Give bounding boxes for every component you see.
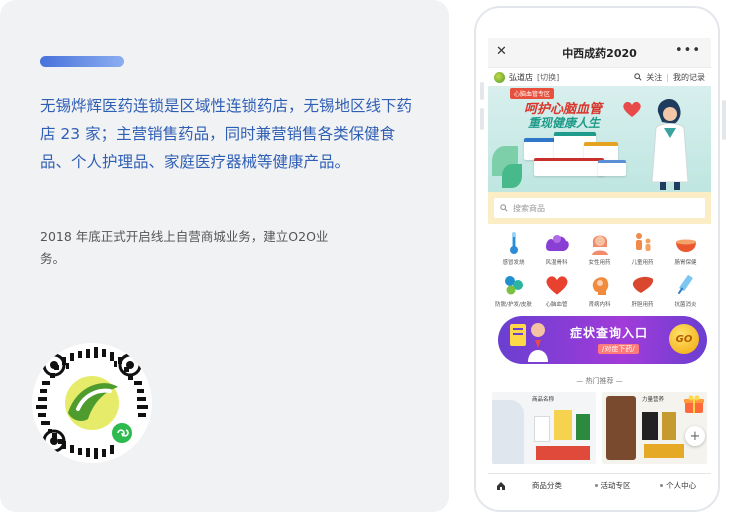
hot-recommend-title: — 热门推荐 — xyxy=(576,377,623,385)
separator-dot xyxy=(594,484,598,487)
search-icon xyxy=(500,204,508,212)
product-title: 商品名称 xyxy=(532,397,555,403)
tab-profile[interactable]: 个人中心 xyxy=(645,480,711,491)
store-logo-icon xyxy=(494,71,505,83)
product-image xyxy=(576,414,590,440)
gift-icon[interactable] xyxy=(683,394,705,414)
product-card[interactable]: 商品名称 xyxy=(492,392,596,464)
product-image xyxy=(642,412,658,440)
category-item[interactable]: 心脑血管 xyxy=(535,272,578,308)
product-image xyxy=(536,446,590,460)
category-item[interactable]: 女性用药 xyxy=(578,230,621,266)
category-grid: 感冒发烧 风湿骨科 女性用药 儿童用药 肠胃保健 防脱/护发/皮肤 心脑血管 肾… xyxy=(488,224,711,308)
tab-categories[interactable]: 商品分类 xyxy=(514,480,580,491)
product-image xyxy=(644,444,684,458)
medicine-box-image xyxy=(598,160,626,176)
mini-program-qr-code[interactable] xyxy=(32,343,152,463)
product-image xyxy=(554,410,572,440)
family-icon xyxy=(630,230,656,256)
add-button[interactable]: + xyxy=(685,426,705,446)
search-icon xyxy=(634,73,642,81)
product-model-image xyxy=(492,400,524,464)
thermometer-icon xyxy=(501,230,527,256)
doctor-clipboard-illustration xyxy=(510,323,548,362)
molecule-icon xyxy=(501,272,527,298)
category-item[interactable]: 感冒发烧 xyxy=(492,230,535,266)
tab-activities[interactable]: 活动专区 xyxy=(580,480,646,491)
muscle-icon xyxy=(544,230,570,256)
page: 无锡烨辉医药连锁是区域性连锁药店，无锡地区线下药店 23 家；主营销售药品，同时… xyxy=(0,0,730,521)
close-icon[interactable]: ✕ xyxy=(496,45,507,59)
store-name: 弘道店 xyxy=(509,72,533,82)
phone-screen: ✕ 中西成药2020 ••• 弘道店 [切换] 关注 | 我的记录 心脑血管专区… xyxy=(488,38,711,497)
search-placeholder: 搜索商品 xyxy=(513,203,545,213)
follow-link[interactable]: 关注 xyxy=(646,72,662,83)
product-image xyxy=(662,412,676,440)
company-description: 无锡烨辉医药连锁是区域性连锁药店，无锡地区线下药店 23 家；主营销售药品，同时… xyxy=(40,97,413,171)
page-title: 中西成药2020 xyxy=(562,46,637,60)
category-item[interactable]: 风湿骨科 xyxy=(535,230,578,266)
phone-side-button xyxy=(722,100,726,140)
search-area: 搜索商品 xyxy=(488,192,711,224)
leaf-decoration xyxy=(502,164,522,188)
head-icon xyxy=(587,272,613,298)
phone-volume-button xyxy=(480,108,484,130)
promo-banner-cardio[interactable]: 心脑血管专区 呵护心脑血管 重现健康人生 xyxy=(488,86,711,192)
product-image xyxy=(534,416,550,442)
switch-store-link[interactable]: [切换] xyxy=(537,72,559,83)
phone-volume-button xyxy=(480,82,484,100)
doctor-illustration xyxy=(651,98,689,190)
product-model-image xyxy=(606,396,636,460)
heart-icon xyxy=(544,272,570,298)
category-item[interactable]: 抗菌消炎 xyxy=(664,272,707,308)
product-list: 商品名称 力量营养 xyxy=(488,386,711,464)
symptom-query-title: 症状查询入口 xyxy=(570,326,649,340)
store-bar: 弘道店 [切换] 关注 | 我的记录 xyxy=(488,68,711,86)
category-item[interactable]: 肠胃保健 xyxy=(664,230,707,266)
accent-bar xyxy=(40,56,124,67)
separator-dot xyxy=(660,484,664,487)
records-link[interactable]: 我的记录 xyxy=(673,72,705,83)
category-item[interactable]: 肝胆用药 xyxy=(621,272,664,308)
category-item[interactable]: 肾病内科 xyxy=(578,272,621,308)
syringe-icon xyxy=(673,272,699,298)
product-title: 力量营养 xyxy=(642,397,665,403)
o2o-description: 2018 年底正式开启线上自营商城业务，建立O2O业务。 xyxy=(40,229,329,266)
info-card: 无锡烨辉医药连锁是区域性连锁药店，无锡地区线下药店 23 家；主营销售药品，同时… xyxy=(0,0,449,512)
bottom-tabbar: 商品分类 活动专区 个人中心 xyxy=(488,473,711,497)
banner-subheadline: 重现健康人生 xyxy=(528,116,601,130)
mini-program-navbar: ✕ 中西成药2020 ••• xyxy=(488,38,711,68)
bowl-icon xyxy=(673,230,699,256)
go-button[interactable]: GO xyxy=(669,324,699,354)
category-item[interactable]: 防脱/护发/皮肤 xyxy=(492,272,535,308)
more-icon[interactable]: ••• xyxy=(675,44,701,58)
home-icon[interactable] xyxy=(488,481,514,491)
symptom-query-subtitle: /对症下药/ xyxy=(598,344,639,354)
symptom-query-banner[interactable]: 症状查询入口 /对症下药/ GO xyxy=(498,316,707,364)
category-item[interactable]: 儿童用药 xyxy=(621,230,664,266)
search-input[interactable]: 搜索商品 xyxy=(494,198,705,218)
liver-icon xyxy=(630,272,656,298)
woman-icon xyxy=(587,230,613,256)
medicine-box-image xyxy=(534,158,604,176)
